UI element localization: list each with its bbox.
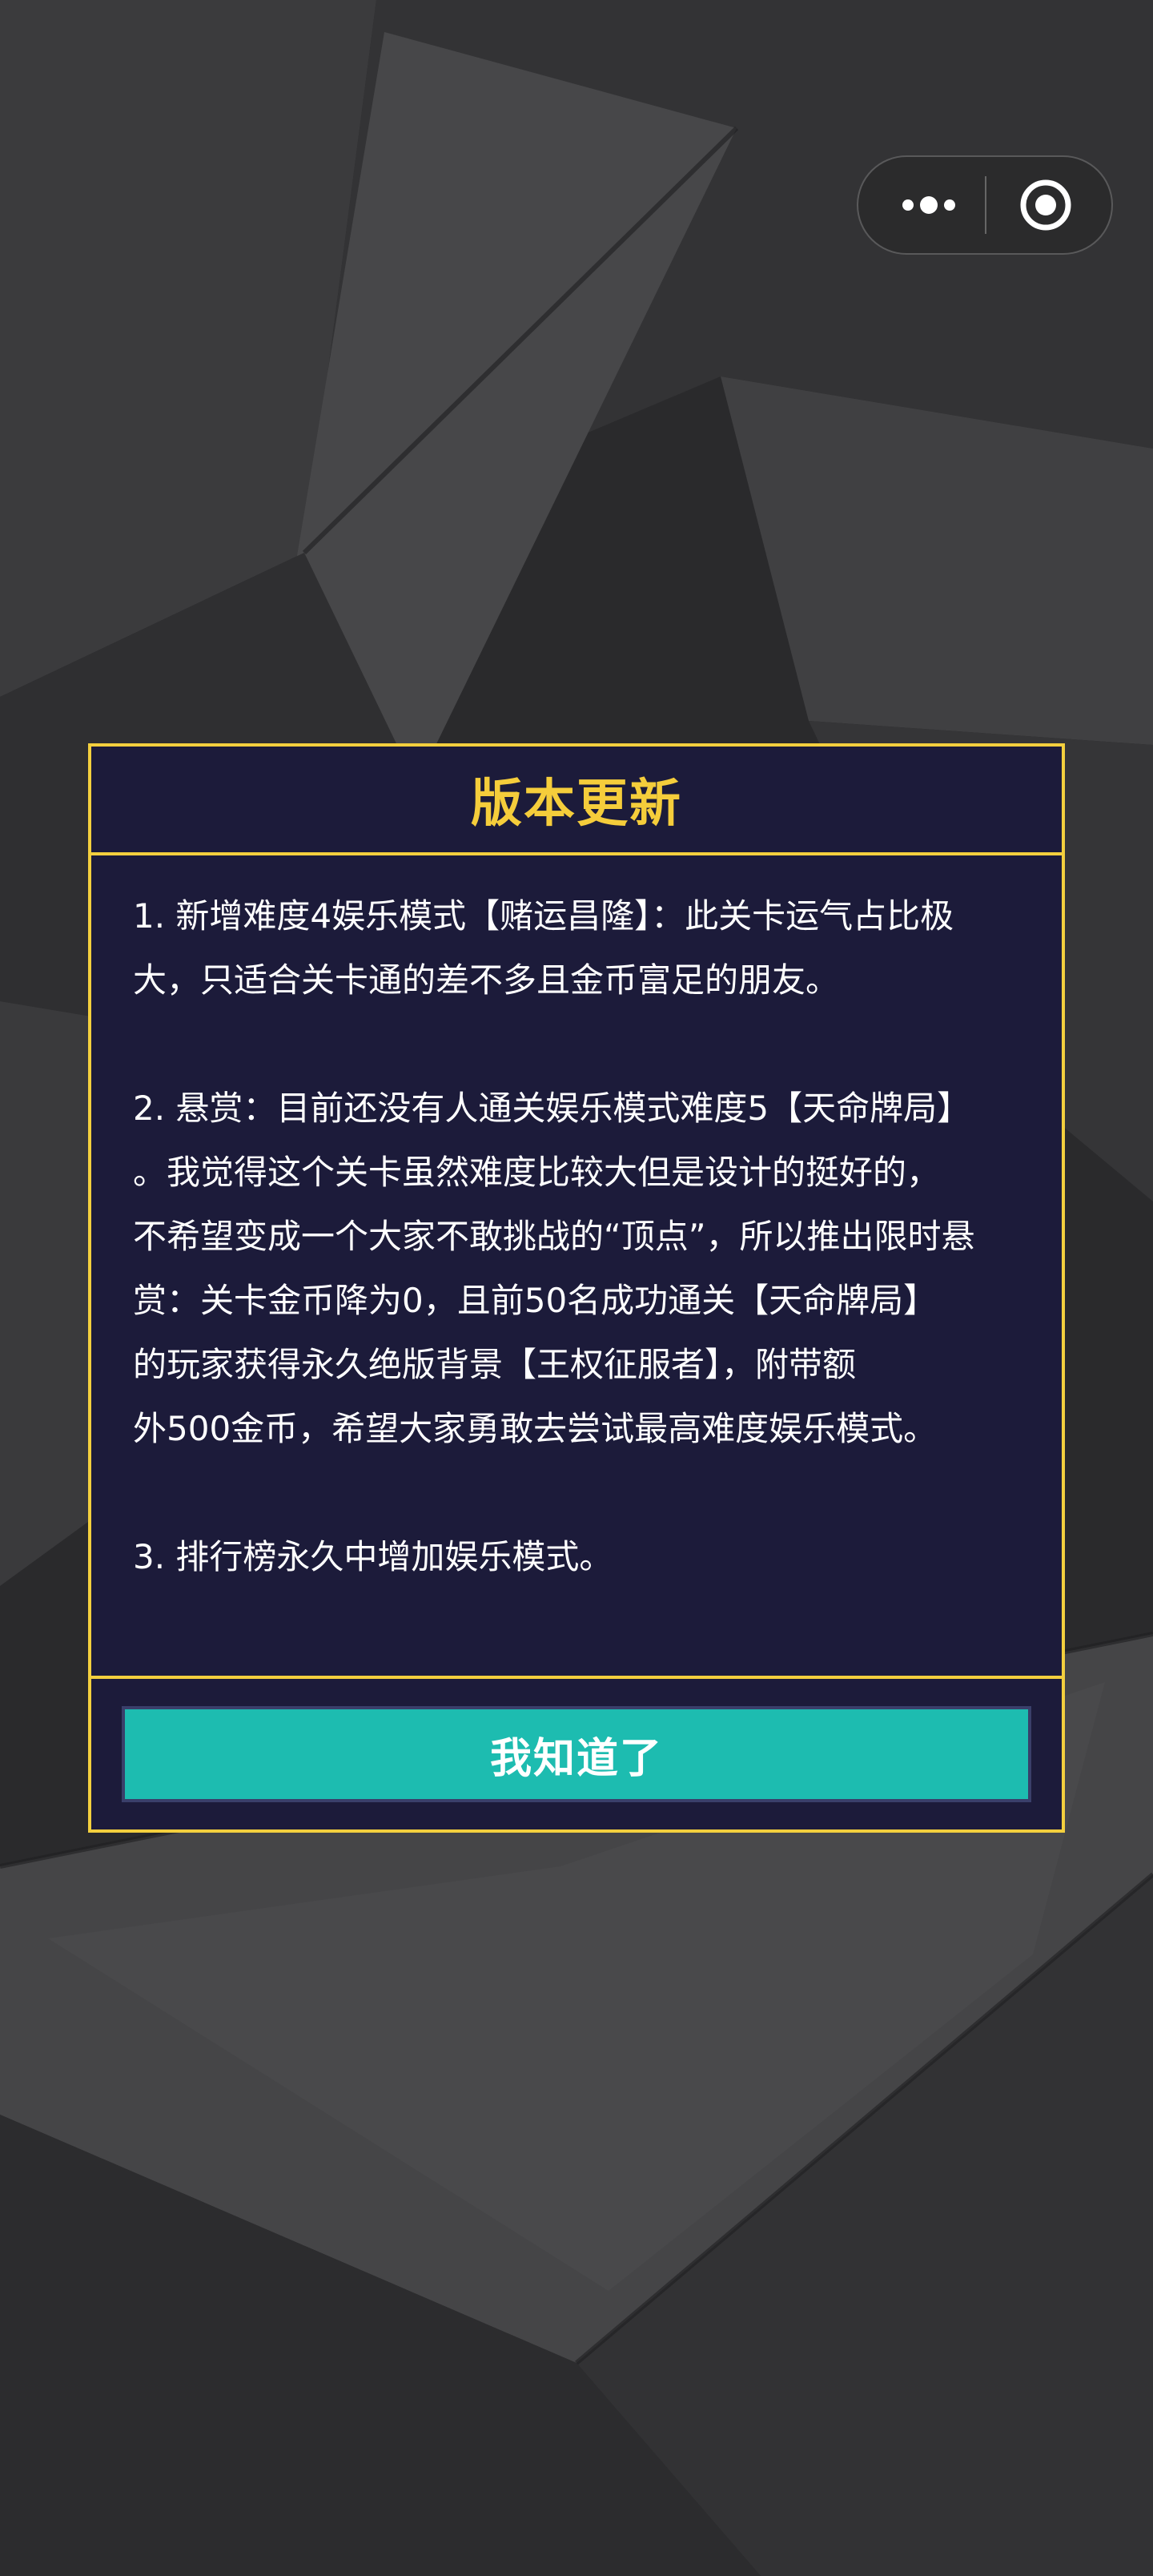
version-update-dialog: 版本更新 1. 新增难度4娱乐模式【赌运昌隆】：此关卡运气占比极 大，只适合关卡… (88, 743, 1065, 1833)
update-line: 不希望变成一个大家不敢挑战的“顶点”，所以推出限时悬 (133, 1217, 975, 1256)
update-line: 1. 新增难度4娱乐模式【赌运昌隆】：此关卡运气占比极 (133, 896, 954, 936)
miniprogram-capsule (857, 155, 1113, 255)
target-circle-icon[interactable] (1018, 178, 1073, 232)
confirm-button[interactable]: 我知道了 (122, 1706, 1031, 1802)
capsule-divider (985, 176, 986, 234)
update-line: 2. 悬赏：目前还没有人通关娱乐模式难度5【天命牌局】 (133, 1089, 971, 1128)
update-line: 的玩家获得永久绝版背景【王权征服者】，附带额 (133, 1345, 857, 1384)
dialog-title: 版本更新 (471, 775, 682, 834)
update-line: 大，只适合关卡通的差不多且金币富足的朋友。 (133, 960, 840, 1000)
dialog-header: 版本更新 (91, 747, 1062, 855)
update-line: 外500金币，希望大家勇敢去尝试最高难度娱乐模式。 (133, 1409, 938, 1448)
update-line: 3. 排行榜永久中增加娱乐模式。 (133, 1537, 613, 1576)
update-line: 赏：关卡金币降为0，且前50名成功通关【天命牌局】 (133, 1281, 938, 1320)
update-line: 。我觉得这个关卡虽然难度比较大但是设计的挺好的， (133, 1153, 941, 1192)
more-dots-icon[interactable] (890, 183, 967, 227)
dialog-footer: 我知道了 (91, 1676, 1062, 1829)
dialog-body: 1. 新增难度4娱乐模式【赌运昌隆】：此关卡运气占比极 大，只适合关卡通的差不多… (133, 884, 1038, 1589)
